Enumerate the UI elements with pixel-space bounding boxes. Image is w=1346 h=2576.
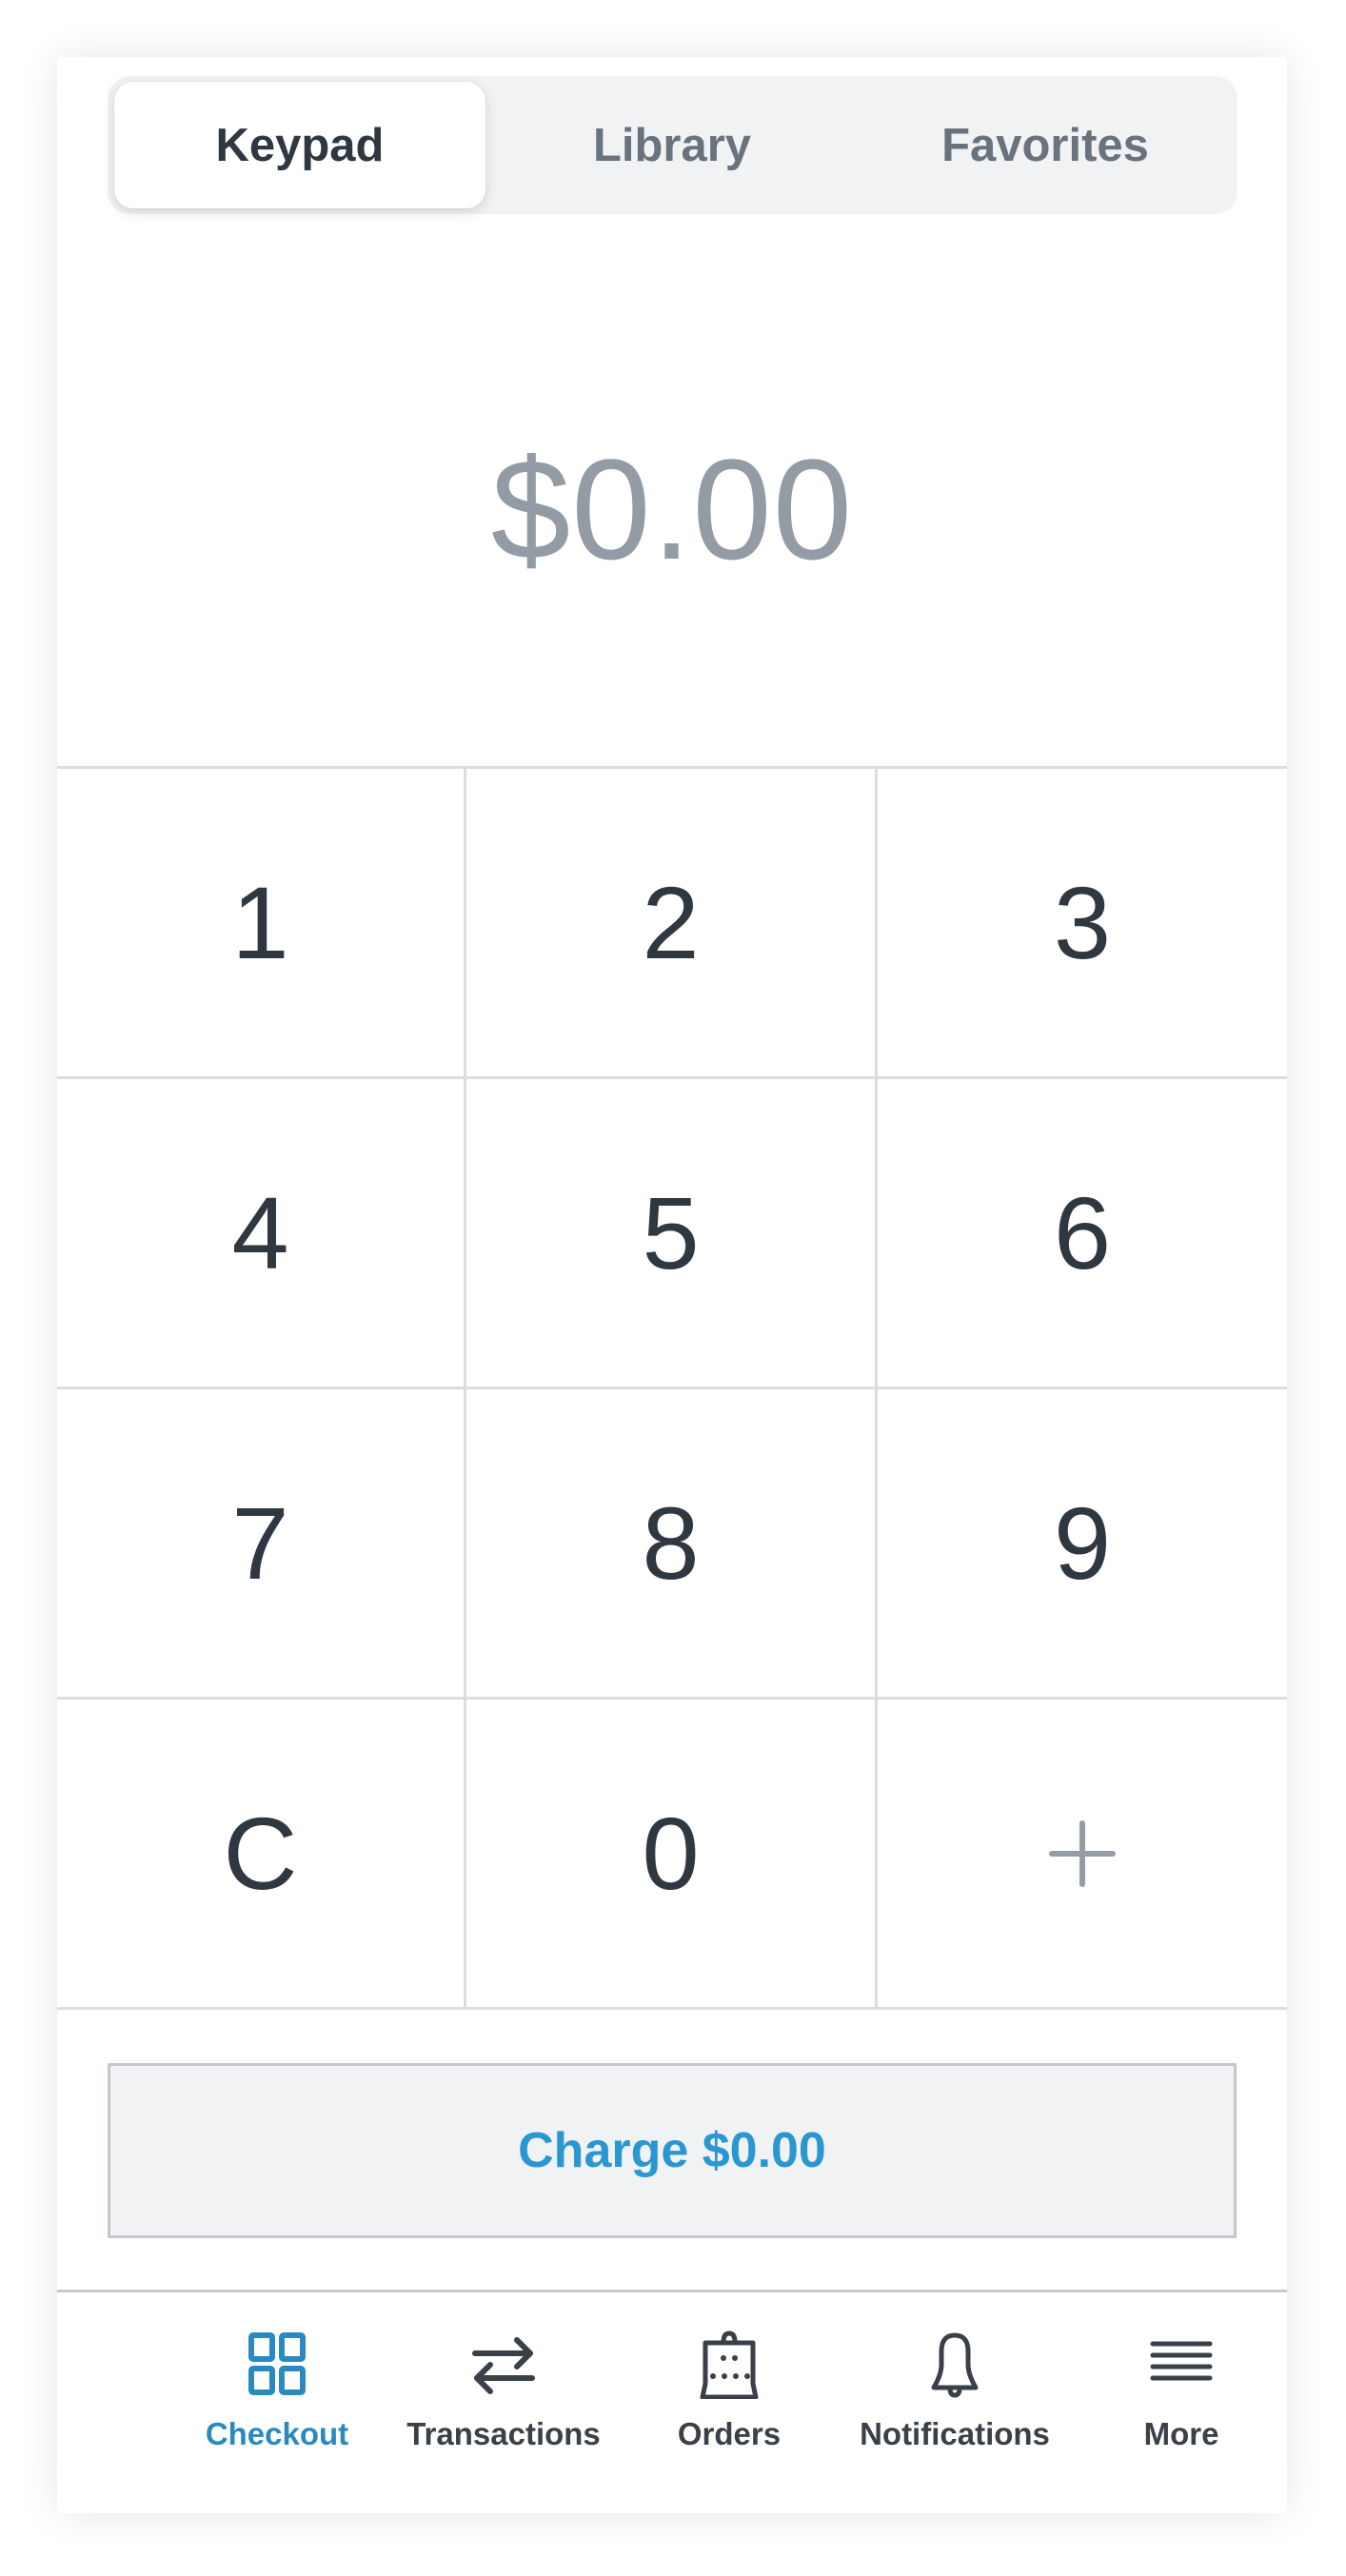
- tab-keypad[interactable]: Keypad: [114, 82, 485, 208]
- key-2[interactable]: 2: [466, 769, 878, 1079]
- view-segmented-control: Keypad Library Favorites: [108, 76, 1237, 214]
- bell-icon: [931, 2332, 979, 2398]
- charge-button[interactable]: Charge $0.00: [108, 2063, 1237, 2238]
- key-5[interactable]: 5: [466, 1079, 878, 1389]
- key-clear[interactable]: C: [57, 1700, 466, 2010]
- key-4[interactable]: 4: [57, 1079, 466, 1389]
- key-9[interactable]: 9: [878, 1389, 1287, 1700]
- amount-display: $0.00: [490, 429, 854, 589]
- nav-transactions[interactable]: Transactions: [390, 2292, 617, 2513]
- swap-arrows-icon: [472, 2337, 535, 2394]
- keypad: 1 2 3 4 5 6 7 8 9 C 0: [57, 766, 1287, 2012]
- tab-library[interactable]: Library: [486, 82, 858, 208]
- key-1[interactable]: 1: [57, 769, 466, 1079]
- tab-favorites[interactable]: Favorites: [860, 82, 1231, 208]
- bottom-navigation: Checkout Transactions Orders Notificatio…: [57, 2292, 1287, 2513]
- nav-label: Notifications: [860, 2416, 1050, 2451]
- key-3[interactable]: 3: [878, 769, 1287, 1079]
- grid-icon: [248, 2332, 306, 2395]
- nav-notifications[interactable]: Notifications: [841, 2292, 1068, 2513]
- key-6[interactable]: 6: [878, 1079, 1287, 1389]
- key-0[interactable]: 0: [466, 1700, 878, 2010]
- nav-label: More: [1143, 2416, 1219, 2451]
- menu-icon: [1150, 2341, 1213, 2381]
- key-7[interactable]: 7: [57, 1389, 466, 1700]
- key-add[interactable]: [878, 1700, 1287, 2010]
- nav-orders[interactable]: Orders: [616, 2292, 842, 2513]
- checkout-screen: Keypad Library Favorites $0.00 1 2 3 4 5…: [57, 57, 1287, 2513]
- key-8[interactable]: 8: [466, 1389, 878, 1700]
- nav-more[interactable]: More: [1068, 2292, 1295, 2513]
- shopping-bag-icon: [700, 2330, 759, 2399]
- plus-icon: [1049, 1819, 1116, 1887]
- nav-label: Checkout: [205, 2416, 349, 2451]
- nav-checkout[interactable]: Checkout: [164, 2292, 390, 2513]
